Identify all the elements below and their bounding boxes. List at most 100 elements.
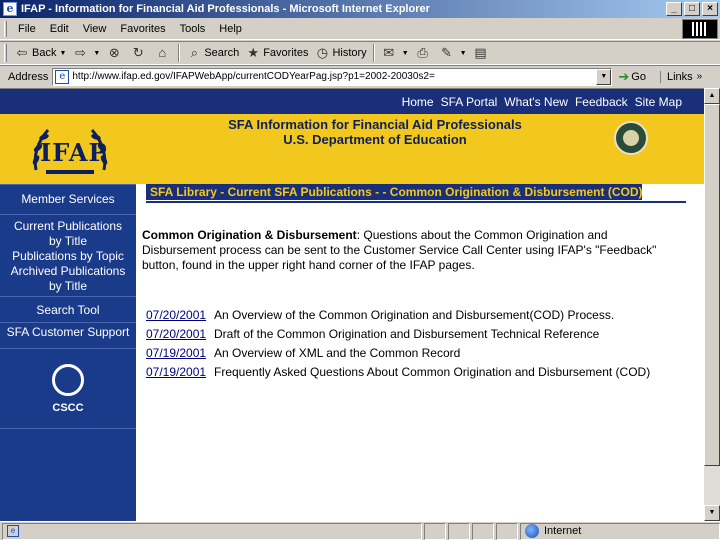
favorites-label: Favorites (263, 47, 309, 59)
print-button[interactable]: ⎙ (412, 43, 436, 63)
list-item: 07/20/2001 Draft of the Common Originati… (146, 324, 686, 343)
ie-logo-icon: e (3, 2, 17, 16)
status-pane (424, 522, 446, 540)
links-button[interactable]: Links (659, 70, 693, 83)
search-label: Search (204, 47, 240, 59)
home-button[interactable]: ⌂ (151, 43, 175, 63)
nav-home[interactable]: Home (402, 95, 434, 109)
nav-site-map[interactable]: Site Map (635, 95, 682, 109)
security-zone-pane[interactable]: Internet (520, 522, 720, 540)
publication-title: Draft of the Common Origination and Disb… (214, 326, 600, 341)
logo-text: IFAP (40, 138, 108, 167)
history-label: History (332, 47, 367, 59)
maximize-button[interactable]: □ (684, 2, 700, 16)
chevron-down-icon[interactable]: ▼ (402, 50, 409, 57)
chevron-down-icon[interactable]: ▼ (460, 50, 467, 57)
banner-title: SFA Information for Financial Aid Profes… (210, 117, 540, 147)
intro-heading: Common Origination & Disbursement (142, 228, 357, 242)
sidebar-item-archived-publications[interactable]: Archived Publications by Title (0, 264, 136, 294)
edit-page-icon: ✎ (441, 45, 453, 60)
forward-arrow-icon: ⇨ (74, 45, 86, 60)
sidebar-item-search-tool[interactable]: Search Tool (0, 296, 136, 322)
address-input[interactable]: e http://www.ifap.ed.gov/IFAPWebApp/curr… (52, 67, 613, 86)
go-button[interactable]: ➔ Go (618, 69, 646, 85)
sidebar-item-current-publications[interactable]: Current Publications by Title (0, 219, 136, 249)
refresh-icon: ↻ (132, 45, 144, 60)
publication-date-link[interactable]: 07/20/2001 (146, 308, 214, 322)
minimize-button[interactable]: _ (666, 2, 682, 16)
status-bar: e Internet (0, 521, 720, 540)
list-item: 07/19/2001 An Overview of XML and the Co… (146, 343, 686, 362)
favorites-button[interactable]: ★ Favorites (242, 43, 311, 63)
history-button[interactable]: ◷ History (311, 43, 369, 63)
sidebar-item-customer-support[interactable]: SFA Customer Support (0, 322, 136, 348)
scrollbar-thumb[interactable] (704, 104, 720, 466)
publication-date-link[interactable]: 07/19/2001 (146, 365, 214, 379)
chevron-right-icon[interactable]: » (697, 71, 703, 82)
menu-favorites[interactable]: Favorites (113, 21, 172, 37)
back-label: Back (32, 47, 57, 59)
section-title: SFA Library - Current SFA Publications -… (146, 184, 642, 200)
nav-whats-new[interactable]: What's New (504, 95, 568, 109)
menu-view[interactable]: View (76, 21, 114, 37)
address-url[interactable]: http://www.ifap.ed.gov/IFAPWebApp/curren… (72, 71, 596, 82)
standard-toolbar: ⇦ Back ▼ ⇨ ▼ ⊗ ↻ ⌂ ⌕ Search ★ Favorites … (0, 41, 720, 65)
chevron-down-icon[interactable]: ▼ (59, 50, 66, 57)
edit-button[interactable]: ✎ ▼ (436, 43, 470, 63)
forward-button[interactable]: ⇨ ▼ (69, 43, 103, 63)
sidebar-item-publications-by-topic[interactable]: Publications by Topic (0, 249, 136, 264)
toolbar-grip[interactable] (4, 20, 7, 37)
status-text-pane: e (2, 522, 422, 540)
mail-button[interactable]: ✉ ▼ (378, 43, 412, 63)
scroll-down-arrow-icon[interactable]: ▼ (704, 505, 720, 521)
history-icon: ◷ (316, 45, 329, 60)
menu-edit[interactable]: Edit (43, 21, 76, 37)
sidebar-item-label: SFA Customer Support (6, 325, 130, 339)
nav-feedback[interactable]: Feedback (575, 95, 628, 109)
refresh-button[interactable]: ↻ (127, 43, 151, 63)
banner-title-line1: SFA Information for Financial Aid Profes… (228, 117, 522, 132)
ifap-logo[interactable]: IFAP (0, 114, 136, 184)
address-label: Address (8, 70, 49, 83)
headset-icon (52, 364, 84, 396)
printer-icon: ⎙ (417, 45, 428, 60)
chevron-down-icon[interactable]: ▼ (93, 50, 100, 57)
nav-sfa-portal[interactable]: SFA Portal (441, 95, 498, 109)
stop-button[interactable]: ⊗ (103, 43, 127, 63)
toolbar-separator (178, 44, 181, 62)
toolbar-separator (372, 44, 375, 62)
sidebar-publications-group: Current Publications by Title Publicatio… (0, 214, 136, 296)
home-icon: ⌂ (158, 45, 167, 60)
windows-logo-icon (682, 19, 718, 39)
scroll-up-arrow-icon[interactable]: ▲ (704, 88, 720, 104)
document-icon: ▤ (474, 45, 487, 60)
vertical-scrollbar[interactable]: ▲ ▼ (704, 88, 720, 521)
menu-help[interactable]: Help (212, 21, 249, 37)
menu-file[interactable]: File (11, 21, 43, 37)
globe-icon (525, 524, 539, 538)
sidebar: Member Services Current Publications by … (0, 184, 136, 521)
sidebar-item-member-services[interactable]: Member Services (0, 184, 136, 214)
search-button[interactable]: ⌕ Search (183, 43, 242, 63)
list-item: 07/19/2001 Frequently Asked Questions Ab… (146, 362, 686, 381)
back-button[interactable]: ⇦ Back ▼ (11, 43, 69, 63)
back-arrow-icon: ⇦ (16, 45, 28, 60)
publication-title: An Overview of XML and the Common Record (214, 345, 461, 360)
publication-date-link[interactable]: 07/20/2001 (146, 327, 214, 341)
publication-date-link[interactable]: 07/19/2001 (146, 346, 214, 360)
zone-label: Internet (544, 525, 582, 537)
cscc-badge[interactable]: CSCC (44, 364, 92, 424)
page-viewport: Home SFA Portal What's New Feedback Site… (0, 88, 704, 521)
discuss-button[interactable]: ▤ (470, 43, 494, 63)
top-navigation: Home SFA Portal What's New Feedback Site… (0, 89, 704, 114)
chevron-down-icon[interactable]: ▼ (596, 68, 612, 85)
close-button[interactable]: × (702, 2, 718, 16)
intro-paragraph: Common Origination & Disbursement: Quest… (142, 228, 682, 273)
cscc-label: CSCC (52, 402, 84, 414)
menu-tools[interactable]: Tools (173, 21, 213, 37)
department-seal-icon (614, 121, 648, 155)
go-arrow-icon: ➔ (618, 68, 630, 84)
mail-icon: ✉ (383, 45, 395, 60)
toolbar-grip[interactable] (4, 44, 7, 62)
publication-title: Frequently Asked Questions About Common … (214, 364, 651, 379)
